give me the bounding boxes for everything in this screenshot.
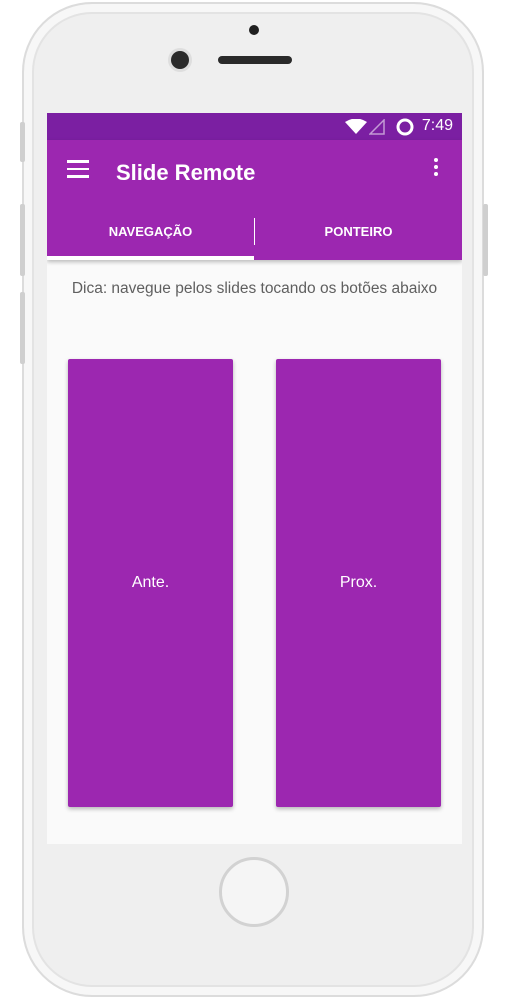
previous-slide-button[interactable]: Ante. (68, 359, 233, 807)
mute-switch (20, 122, 25, 162)
tab-ponteiro[interactable]: PONTEIRO (255, 218, 462, 260)
volume-up-button (20, 204, 25, 276)
wifi-icon (345, 119, 367, 134)
proximity-sensor (249, 25, 259, 35)
hint-text: Dica: navegue pelos slides tocando os bo… (71, 280, 438, 297)
signal-icon (369, 119, 385, 135)
tab-selection-indicator (47, 256, 254, 260)
menu-icon[interactable] (67, 160, 91, 180)
volume-down-button (20, 292, 25, 364)
power-button (483, 204, 488, 276)
front-camera (171, 51, 189, 69)
tab-bar: NAVEGAÇÃO PONTEIRO (47, 218, 462, 260)
app-bar: Slide Remote NAVEGAÇÃO PONTEIRO (47, 140, 462, 260)
app-screen: 7:49 Slide Remote NAVEGAÇÃO PONTEIRO Dic… (47, 113, 462, 844)
status-bar: 7:49 (47, 113, 462, 140)
home-button[interactable] (219, 857, 289, 927)
status-time: 7:49 (421, 117, 453, 134)
next-slide-button[interactable]: Prox. (276, 359, 441, 807)
battery-icon (396, 118, 414, 136)
tab-navegacao[interactable]: NAVEGAÇÃO (47, 218, 254, 260)
more-vert-icon[interactable] (431, 158, 441, 180)
app-title: Slide Remote (116, 160, 256, 185)
earpiece-speaker (218, 56, 292, 64)
